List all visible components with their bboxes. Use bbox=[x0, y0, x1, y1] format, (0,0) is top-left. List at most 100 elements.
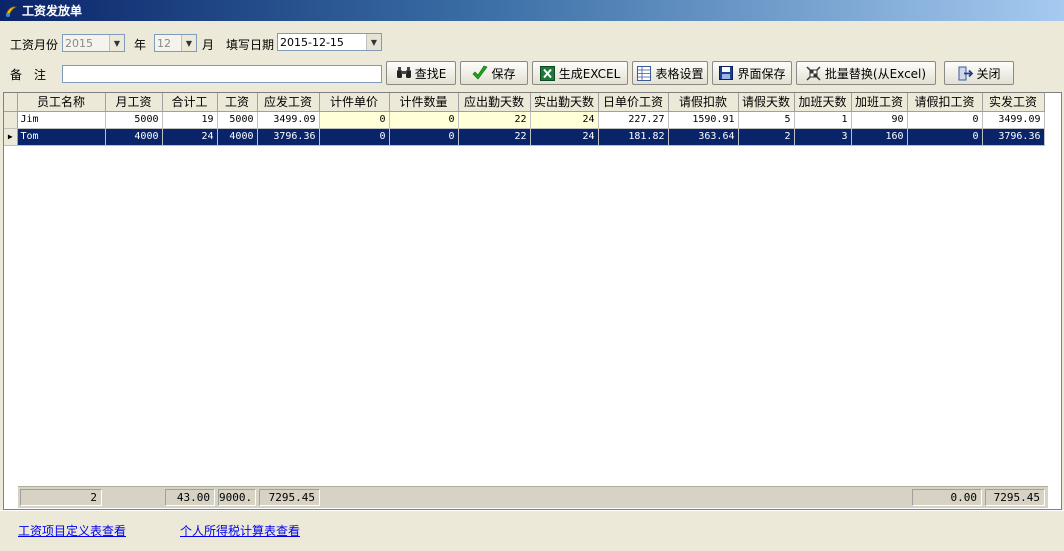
table-cell[interactable]: 90 bbox=[851, 111, 908, 129]
chevron-down-icon[interactable]: ▼ bbox=[109, 35, 124, 51]
wage-month-label: 工资月份 bbox=[10, 38, 59, 52]
table-cell[interactable]: 24 bbox=[162, 128, 218, 146]
table-cell[interactable]: 24 bbox=[530, 128, 599, 146]
column-header[interactable]: 加班工资 bbox=[851, 93, 908, 112]
column-header[interactable]: 实出勤天数 bbox=[530, 93, 599, 112]
table-cell[interactable]: 0 bbox=[389, 111, 459, 129]
total-work: 43.00 bbox=[165, 489, 215, 506]
column-header[interactable]: 员工名称 bbox=[17, 93, 106, 112]
income-tax-link[interactable]: 个人所得税计算表查看 bbox=[180, 522, 300, 539]
app-icon bbox=[4, 4, 18, 18]
column-header[interactable]: 日单价工资 bbox=[598, 93, 669, 112]
column-header[interactable]: 应出勤天数 bbox=[458, 93, 531, 112]
fill-date-label: 填写日期 bbox=[226, 38, 275, 52]
table-cell[interactable]: 3499.09 bbox=[982, 111, 1045, 129]
column-header[interactable]: 请假扣款 bbox=[668, 93, 739, 112]
table-cell[interactable]: Tom bbox=[17, 128, 106, 146]
table-cell[interactable]: 5 bbox=[738, 111, 795, 129]
checkered-flag-icon bbox=[806, 65, 822, 81]
close-button[interactable]: 关闭 bbox=[944, 61, 1014, 85]
window-title: 工资发放单 bbox=[22, 4, 83, 18]
excel-icon bbox=[540, 65, 556, 81]
column-header[interactable]: 实发工资 bbox=[982, 93, 1045, 112]
remark-label: 备 注 bbox=[10, 68, 47, 82]
month-suffix-label: 月 bbox=[202, 38, 215, 52]
salary-grid[interactable]: 员工名称 月工资 合计工 工资 应发工资 计件单价 计件数量 应出勤天数 实出勤… bbox=[3, 92, 1062, 510]
batch-replace-label: 批量替换(从Excel) bbox=[824, 66, 927, 81]
row-indicator[interactable]: ▶ bbox=[4, 128, 18, 146]
interface-save-button[interactable]: 界面保存 bbox=[712, 61, 792, 85]
table-cell[interactable]: 363.64 bbox=[668, 128, 739, 146]
exit-door-icon bbox=[957, 65, 973, 81]
total-count: 2 bbox=[20, 489, 102, 506]
year-select[interactable]: 2015 ▼ bbox=[62, 34, 125, 52]
table-cell[interactable]: Jim bbox=[17, 111, 106, 129]
column-header[interactable]: 计件数量 bbox=[389, 93, 459, 112]
fill-date-value: 2015-12-15 bbox=[280, 35, 344, 49]
batch-replace-button[interactable]: 批量替换(从Excel) bbox=[796, 61, 936, 85]
chevron-down-icon[interactable]: ▼ bbox=[181, 35, 196, 51]
column-header[interactable]: 请假扣工资 bbox=[907, 93, 983, 112]
table-cell[interactable]: 0 bbox=[389, 128, 459, 146]
binoculars-icon bbox=[396, 65, 412, 81]
close-button-label: 关闭 bbox=[976, 66, 1001, 81]
table-icon bbox=[636, 65, 652, 81]
row-indicator-header bbox=[4, 93, 18, 112]
table-cell[interactable]: 3796.36 bbox=[982, 128, 1045, 146]
save-button-label: 保存 bbox=[491, 66, 516, 81]
wage-items-link[interactable]: 工资项目定义表查看 bbox=[18, 522, 126, 539]
table-cell[interactable]: 0 bbox=[907, 128, 983, 146]
table-cell[interactable]: 1590.91 bbox=[668, 111, 739, 129]
table-cell[interactable]: 0 bbox=[319, 111, 390, 129]
table-cell[interactable]: 4000 bbox=[217, 128, 258, 146]
table-cell[interactable]: 3499.09 bbox=[257, 111, 320, 129]
window-titlebar: 工资发放单 bbox=[0, 0, 1064, 21]
column-header[interactable]: 月工资 bbox=[105, 93, 163, 112]
find-button[interactable]: 查找E bbox=[386, 61, 456, 85]
table-cell[interactable]: 3796.36 bbox=[257, 128, 320, 146]
table-cell[interactable]: 3 bbox=[794, 128, 852, 146]
bottom-link-bar: 工资项目定义表查看 个人所得税计算表查看 bbox=[0, 510, 1064, 551]
table-cell[interactable]: 227.27 bbox=[598, 111, 669, 129]
total-actual: 7295.45 bbox=[985, 489, 1045, 506]
table-cell[interactable]: 22 bbox=[458, 128, 531, 146]
column-header[interactable]: 合计工 bbox=[162, 93, 218, 112]
table-cell[interactable]: 160 bbox=[851, 128, 908, 146]
column-header[interactable]: 工资 bbox=[217, 93, 258, 112]
table-cell[interactable]: 1 bbox=[794, 111, 852, 129]
checkmark-icon bbox=[472, 65, 488, 81]
save-button[interactable]: 保存 bbox=[460, 61, 528, 85]
table-cell[interactable]: 0 bbox=[907, 111, 983, 129]
remark-input[interactable] bbox=[62, 65, 382, 83]
month-select[interactable]: 12 ▼ bbox=[154, 34, 197, 52]
table-cell[interactable]: 181.82 bbox=[598, 128, 669, 146]
caret-right-icon: ▶ bbox=[7, 132, 13, 141]
table-settings-label: 表格设置 bbox=[655, 66, 704, 81]
column-header[interactable]: 加班天数 bbox=[794, 93, 852, 112]
table-cell[interactable]: 22 bbox=[458, 111, 531, 129]
salary-table: 员工名称 月工资 合计工 工资 应发工资 计件单价 计件数量 应出勤天数 实出勤… bbox=[4, 93, 1045, 146]
totals-row: 2 43.00 9000. 7295.45 0.00 7295.45 bbox=[18, 486, 1048, 508]
column-header[interactable]: 应发工资 bbox=[257, 93, 320, 112]
table-row[interactable]: Jim 5000 19 5000 3499.09 0 0 22 24 227.2… bbox=[4, 111, 1045, 129]
table-cell[interactable]: 4000 bbox=[105, 128, 163, 146]
table-settings-button[interactable]: 表格设置 bbox=[632, 61, 708, 85]
table-cell[interactable]: 19 bbox=[162, 111, 218, 129]
table-cell[interactable]: 24 bbox=[530, 111, 599, 129]
table-cell[interactable]: 2 bbox=[738, 128, 795, 146]
table-cell[interactable]: 0 bbox=[319, 128, 390, 146]
column-header[interactable]: 计件单价 bbox=[319, 93, 390, 112]
column-header[interactable]: 请假天数 bbox=[738, 93, 795, 112]
fill-date-picker[interactable]: 2015-12-15 ▼ bbox=[277, 33, 382, 51]
total-payable: 7295.45 bbox=[259, 489, 320, 506]
chevron-down-icon[interactable]: ▼ bbox=[366, 34, 381, 50]
table-cell[interactable]: 5000 bbox=[105, 111, 163, 129]
year-select-value: 2015 bbox=[65, 36, 93, 50]
row-indicator[interactable] bbox=[4, 111, 18, 129]
interface-save-label: 界面保存 bbox=[737, 66, 786, 81]
generate-excel-button[interactable]: 生成EXCEL bbox=[532, 61, 628, 85]
table-cell[interactable]: 5000 bbox=[217, 111, 258, 129]
table-row-selected[interactable]: ▶ Tom 4000 24 4000 3796.36 0 0 22 24 181… bbox=[4, 128, 1045, 146]
month-select-value: 12 bbox=[157, 36, 171, 50]
total-wage: 9000. bbox=[218, 489, 256, 506]
